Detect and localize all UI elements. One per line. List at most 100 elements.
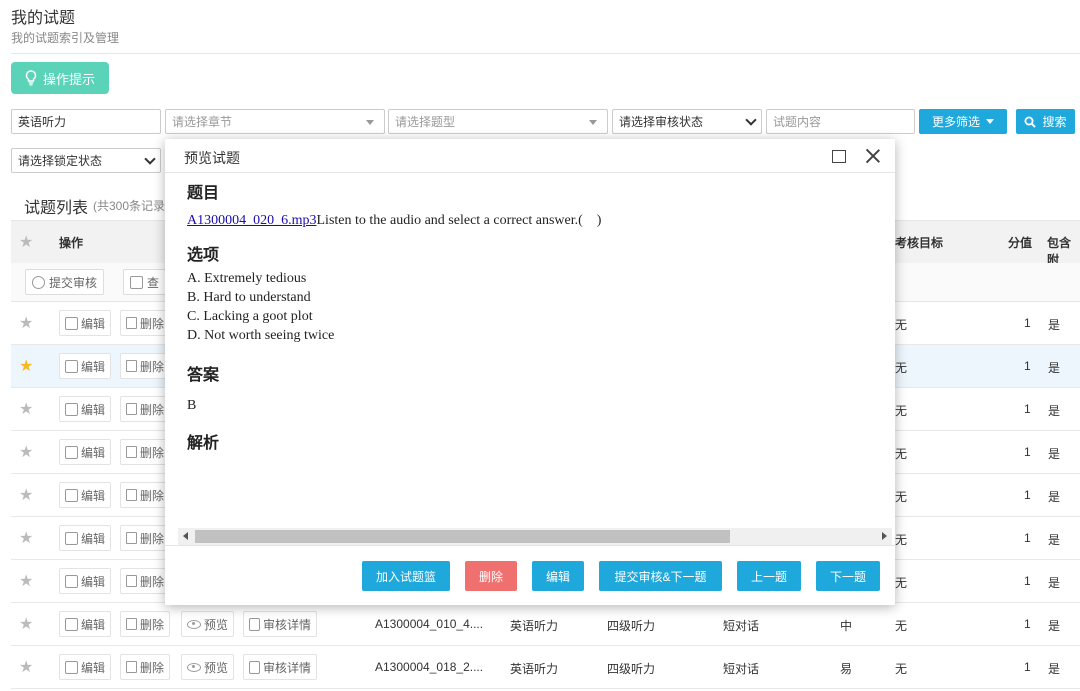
row-review-detail-button[interactable]: 审核详情 [243, 611, 318, 637]
row-delete-button[interactable]: 删除 [120, 654, 171, 680]
row-edit-button[interactable]: 编辑 [59, 568, 112, 594]
type-placeholder: 请选择题型 [395, 115, 456, 129]
scrollbar-thumb[interactable] [195, 530, 730, 543]
row-delete-label: 删除 [140, 402, 165, 417]
submit-review-label: 提交审核 [49, 275, 98, 290]
document-icon [249, 617, 260, 631]
row-difficulty: 易 [840, 662, 853, 676]
row-delete-button[interactable]: 删除 [120, 568, 171, 594]
row-edit-button[interactable]: 编辑 [59, 439, 112, 465]
content-search-input[interactable]: 试题内容 [766, 109, 915, 134]
trash-icon [126, 446, 137, 458]
audio-link[interactable]: A1300004_020_6.mp3 [187, 213, 317, 228]
star-icon[interactable]: ★ [19, 313, 33, 333]
row-include: 是 [1048, 318, 1061, 332]
subject-input[interactable]: 英语听力 [11, 109, 161, 134]
submit-review-button[interactable]: 提交审核 [25, 269, 105, 295]
row-preview-button[interactable]: 预览 [181, 654, 235, 680]
prev-question-button[interactable]: 上一题 [737, 561, 801, 591]
maximize-icon[interactable] [832, 150, 846, 163]
page-subtitle: 我的试题索引及管理 [11, 31, 120, 45]
row-preview-button[interactable]: 预览 [181, 611, 235, 637]
chapter-placeholder: 请选择章节 [172, 115, 233, 129]
star-icon[interactable]: ★ [19, 571, 33, 591]
more-filters-button[interactable]: 更多筛选 [919, 109, 1007, 134]
row-delete-button[interactable]: 删除 [120, 611, 171, 637]
row-score: 1 [1024, 445, 1031, 459]
row-edit-button[interactable]: 编辑 [59, 611, 112, 637]
row-delete-button[interactable]: 删除 [120, 396, 171, 422]
review-status-select[interactable]: 请选择审核状态 [612, 109, 762, 134]
scroll-left-icon[interactable] [183, 532, 188, 540]
star-icon[interactable]: ★ [19, 657, 33, 677]
submit-review-next-button[interactable]: 提交审核&下一题 [599, 561, 722, 591]
chevron-down-icon [144, 153, 156, 165]
row-difficulty: 中 [840, 619, 853, 633]
row-target: 无 [895, 490, 908, 504]
scroll-right-icon[interactable] [882, 532, 887, 540]
row-edit-button[interactable]: 编辑 [59, 482, 112, 508]
operation-tips-label: 操作提示 [42, 71, 95, 87]
row-delete-button[interactable]: 删除 [120, 525, 171, 551]
star-icon[interactable]: ★ [19, 232, 33, 252]
delete-button[interactable]: 删除 [465, 561, 517, 591]
modal-header: 预览试题 [165, 139, 895, 173]
view-button[interactable]: 查 [123, 269, 167, 295]
answer-value: B [187, 398, 197, 413]
row-score: 1 [1024, 617, 1031, 631]
trash-icon [126, 532, 137, 544]
star-icon[interactable]: ★ [19, 356, 33, 376]
row-edit-label: 编辑 [81, 488, 106, 503]
question-text: Listen to the audio and select a correct… [316, 213, 602, 228]
edit-icon [65, 316, 78, 330]
row-include: 是 [1048, 619, 1061, 633]
star-icon[interactable]: ★ [19, 485, 33, 505]
list-count: (共300条记录 [93, 199, 166, 213]
row-include: 是 [1048, 533, 1061, 547]
star-icon[interactable]: ★ [19, 399, 33, 419]
close-icon[interactable] [865, 148, 881, 164]
star-icon[interactable]: ★ [19, 614, 33, 634]
row-score: 1 [1024, 660, 1031, 674]
edit-button[interactable]: 编辑 [532, 561, 584, 591]
row-delete-label: 删除 [140, 488, 165, 503]
row-delete-button[interactable]: 删除 [120, 353, 171, 379]
operation-tips-button[interactable]: 操作提示 [11, 62, 109, 94]
type-select[interactable]: 请选择题型 [388, 109, 608, 134]
edit-icon [65, 531, 78, 545]
row-preview-label: 预览 [204, 617, 229, 632]
chapter-select[interactable]: 请选择章节 [165, 109, 385, 134]
row-include: 是 [1048, 490, 1061, 504]
row-delete-label: 删除 [140, 531, 165, 546]
row-score: 1 [1024, 402, 1031, 416]
row-include: 是 [1048, 447, 1061, 461]
row-level: 四级听力 [607, 619, 656, 633]
option-b: B. Hard to understand [187, 290, 311, 305]
star-icon[interactable]: ★ [19, 528, 33, 548]
row-delete-button[interactable]: 删除 [120, 439, 171, 465]
row-delete-button[interactable]: 删除 [120, 310, 171, 336]
edit-icon [65, 660, 78, 674]
row-edit-button[interactable]: 编辑 [59, 353, 112, 379]
option-c: C. Lacking a goot plot [187, 309, 313, 324]
row-edit-button[interactable]: 编辑 [59, 396, 112, 422]
row-edit-button[interactable]: 编辑 [59, 525, 112, 551]
horizontal-scrollbar[interactable] [178, 528, 892, 545]
header-operation: 操作 [59, 236, 84, 250]
add-to-basket-button[interactable]: 加入试题篮 [362, 561, 450, 591]
lock-status-select[interactable]: 请选择锁定状态 [11, 148, 161, 173]
table-row[interactable]: ★ 编辑 删除 预览 审核详情 A1300004_018_2.... 英语听力 四级听力 短对话… [11, 646, 1080, 689]
row-preview-label: 预览 [204, 660, 229, 675]
row-edit-button[interactable]: 编辑 [59, 310, 112, 336]
star-icon[interactable]: ★ [19, 442, 33, 462]
row-code: A1300004_018_2.... [375, 660, 484, 674]
row-edit-label: 编辑 [81, 445, 106, 460]
next-question-button[interactable]: 下一题 [816, 561, 880, 591]
table-row[interactable]: ★ 编辑 删除 预览 审核详情 A1300004_010_4.... 英语听力 四级听力 短对话… [11, 603, 1080, 646]
row-edit-button[interactable]: 编辑 [59, 654, 112, 680]
row-delete-button[interactable]: 删除 [120, 482, 171, 508]
search-button[interactable]: 搜索 [1016, 109, 1075, 134]
row-review-detail-label: 审核详情 [263, 660, 312, 675]
row-delete-label: 删除 [140, 617, 165, 632]
row-review-detail-button[interactable]: 审核详情 [243, 654, 318, 680]
